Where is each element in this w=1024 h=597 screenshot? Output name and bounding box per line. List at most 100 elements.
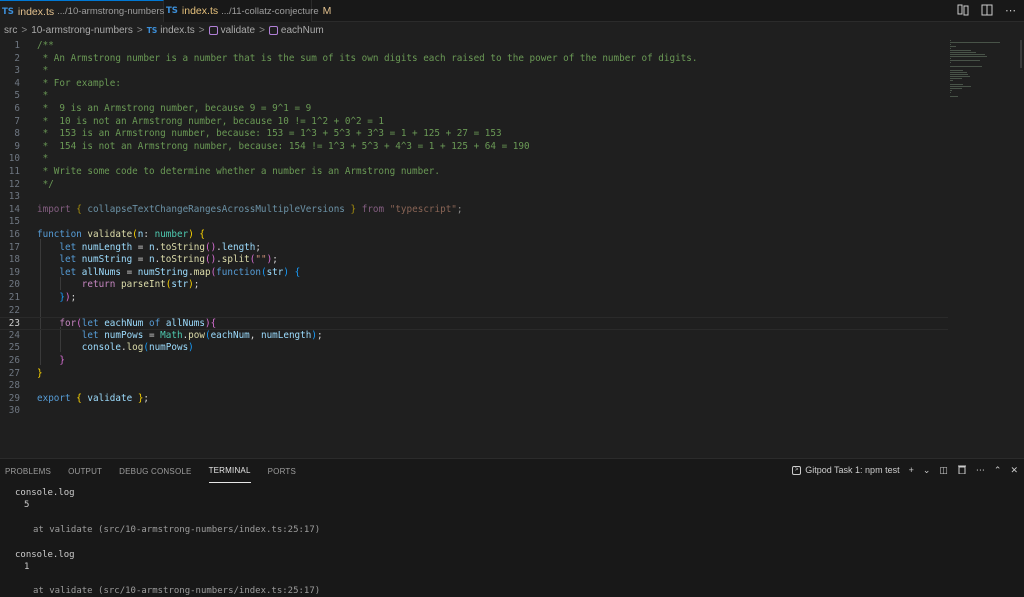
minimap-line [950,42,1000,43]
new-terminal-icon[interactable]: + [909,465,914,475]
code-line[interactable]: 2 * An Armstrong number is a number that… [0,53,948,66]
breadcrumb-item-function[interactable]: validate [221,25,255,36]
code-line[interactable]: 9 * 154 is not an Armstrong number, beca… [0,141,948,154]
tab-problems[interactable]: PROBLEMS [5,459,51,483]
code-line[interactable]: 24 let numPows = Math.pow(eachNum, numLe… [0,330,948,343]
tab-ports[interactable]: PORTS [268,459,296,483]
code-line[interactable]: 18 let numString = n.toString().split(""… [0,254,948,267]
code-line[interactable]: 19 let allNums = numString.map(function(… [0,267,948,280]
line-number: 4 [14,77,20,89]
tab-debug-console[interactable]: DEBUG CONSOLE [119,459,191,483]
code-token: { [294,266,301,278]
code-line[interactable]: 11 * Write some code to determine whethe… [0,166,948,179]
code-line[interactable]: 29 export { validate }; [0,393,948,406]
split-editor-icon[interactable] [981,4,993,19]
minimap-line [950,72,967,73]
more-actions-icon[interactable]: ⋯ [1005,4,1016,19]
breadcrumb-item-folder[interactable]: 10-armstrong-numbers [31,25,133,36]
code-token: { [199,229,206,240]
tab-collatz-index[interactable]: TS index.ts .../11-collatz-conjecture M [164,0,331,22]
chevron-right-icon: > [21,25,28,36]
tab-armstrong-index[interactable]: TS index.ts .../10-armstrong-numbers M ✕ [0,0,192,22]
code-token: let [81,329,99,341]
code-token: "typescript" [389,203,457,215]
code-token: console [81,342,121,354]
terminal-task-selector[interactable]: > Gitpod Task 1: npm test [792,465,900,475]
code-token: let [59,266,77,278]
scrollbar[interactable] [1020,40,1022,68]
minimap-line [950,84,964,85]
code-line[interactable]: 27} [0,368,948,381]
code-token: : [143,229,155,240]
maximize-panel-icon[interactable]: ⌃ [994,465,1002,476]
breadcrumb-item-variable[interactable]: eachNum [281,25,324,36]
code-line[interactable]: 30 [0,405,948,418]
code-text: function validate(n: number) { [37,229,205,242]
code-line[interactable]: 20 return parseInt(str); [0,279,948,292]
more-actions-icon[interactable]: ⋯ [976,465,985,476]
code-token: import [37,203,71,215]
trash-icon[interactable] [957,464,967,476]
code-line[interactable]: 14 import { collapseTextChangeRangesAcros… [0,204,948,217]
code-token: function [37,229,82,240]
breadcrumb-item-src[interactable]: src [4,25,17,36]
code-text: * [37,90,49,103]
line-number: 18 [8,254,20,266]
code-line[interactable]: 8 * 153 is an Armstrong number, because:… [0,128,948,141]
minimap-line [950,52,977,53]
minimap-line [950,54,985,55]
code-line[interactable]: 17 let numLength = n.toString().length; [0,242,948,255]
code-token: ; [193,279,200,291]
code-line[interactable]: 15 [0,216,948,229]
compare-changes-icon[interactable] [957,4,969,19]
code-line[interactable]: 21 }); [0,292,948,305]
minimap-line [950,50,971,51]
code-line[interactable]: 23 for(let eachNum of allNums){ [0,317,948,330]
line-number: 20 [8,279,20,291]
code-line[interactable]: 3 * [0,65,948,78]
line-number: 17 [8,241,20,253]
code-text: * 10 is not an Armstrong number, because… [37,116,384,129]
code-editor[interactable]: 1 /** 2 * An Armstrong number is a number … [0,38,1024,458]
breadcrumb-item-file[interactable]: index.ts [160,25,194,36]
minimap-line [950,60,981,61]
line-number: 9 [14,140,20,152]
line-number: 5 [14,90,20,102]
code-text: }); [37,292,76,305]
code-line[interactable]: 26 } [0,355,948,368]
code-token: numLength [81,241,133,253]
code-token: ; [143,392,150,404]
code-text: * 154 is not an Armstrong number, becaus… [37,141,530,154]
code-token: ; [272,254,278,266]
tab-terminal[interactable]: TERMINAL [208,459,251,483]
code-token: of [149,318,161,330]
code-line[interactable]: 16 function validate(n: number) { [0,229,948,242]
code-line[interactable]: 5 * [0,90,948,103]
code-text: /** [37,40,54,53]
line-number: 30 [8,405,20,417]
code-line[interactable]: 12 */ [0,179,948,192]
code-line[interactable]: 6 * 9 is an Armstrong number, because 9 … [0,103,948,116]
minimap[interactable] [950,38,1010,118]
code-token: */ [37,178,54,190]
code-line[interactable]: 10 * [0,153,948,166]
code-line[interactable]: 13 [0,191,948,204]
split-terminal-icon[interactable]: ◫ [939,465,948,476]
code-line[interactable]: 22 [0,305,948,318]
code-token: * [37,90,49,102]
code-line[interactable]: 7 * 10 is not an Armstrong number, becau… [0,116,948,129]
tab-output[interactable]: OUTPUT [68,459,102,483]
code-line[interactable]: 1 /** [0,40,948,53]
code-line[interactable]: 28 [0,380,948,393]
code-line[interactable]: 4 * For example: [0,78,948,91]
terminal-line: console.log [15,549,75,560]
minimap-line [950,40,952,41]
chevron-down-icon[interactable]: ⌄ [923,465,931,476]
code-line[interactable]: 25 console.log(numPows) [0,342,948,355]
code-token: str [266,266,284,278]
terminal-output[interactable]: console.log 5 at validate (src/10-armstron… [0,483,1024,597]
close-icon[interactable]: ✕ [1010,465,1018,476]
